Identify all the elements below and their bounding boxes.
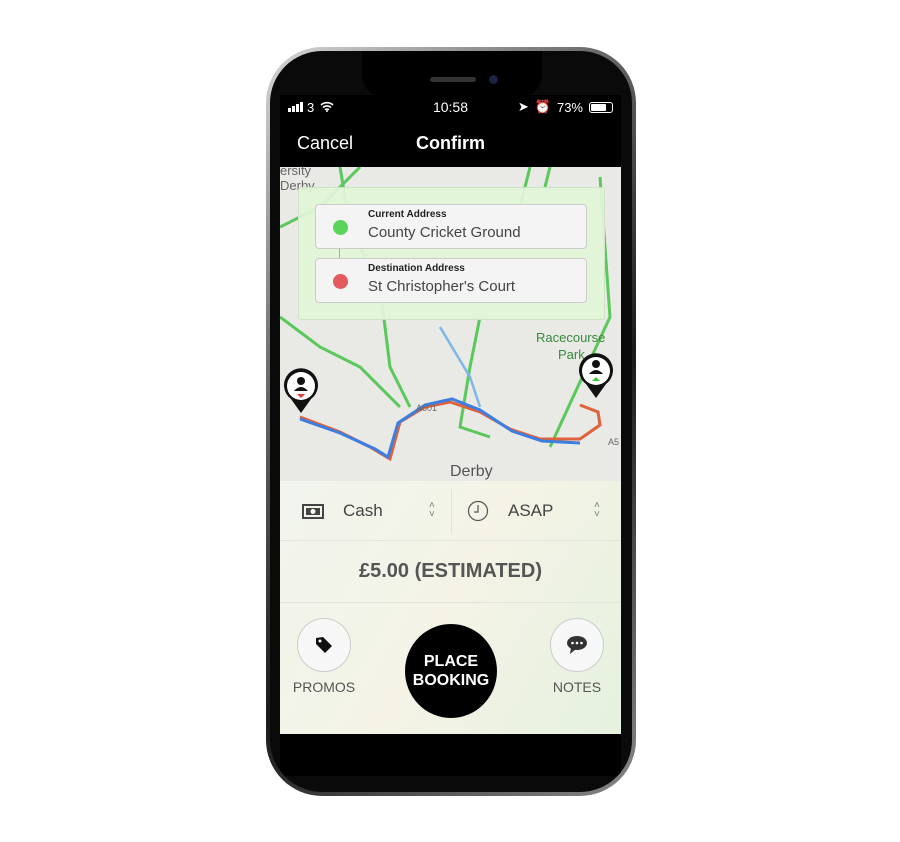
map-label: Derby: [450, 463, 493, 480]
notes-button[interactable]: [550, 618, 604, 672]
map-label: A5: [608, 437, 620, 447]
current-address-field[interactable]: Current Address County Cricket Ground: [315, 204, 587, 249]
tag-icon: [316, 637, 332, 653]
clock: 10:58: [432, 99, 469, 115]
estimated-price: £5.00 (ESTIMATED): [280, 541, 621, 603]
payment-selector[interactable]: Cash ˄ ˅: [302, 481, 442, 541]
pickup-pin[interactable]: [281, 367, 321, 415]
destination-dot-icon: [333, 274, 348, 289]
payment-value: Cash: [343, 501, 383, 520]
chat-bubble-icon: [567, 636, 587, 654]
booking-panel: Cash ˄ ˅ ASAP ˄ ˅ £5.00 (ESTIMATED) PROMOS…: [280, 481, 621, 734]
camera: [489, 75, 498, 84]
address-card: Current Address County Cricket Ground De…: [298, 187, 605, 320]
map-label: A601: [416, 403, 438, 413]
destination-address-value: St Christopher's Court: [368, 278, 516, 295]
cancel-button[interactable]: Cancel: [297, 133, 353, 154]
nav-bar: Cancel Confirm: [280, 119, 621, 167]
place-booking-label: PLACE: [423, 653, 479, 670]
status-bar: 3 10:58 ➤ ⏰ 73%: [280, 95, 621, 119]
promos-button[interactable]: [297, 618, 351, 672]
divider: [451, 489, 452, 533]
destination-address-field[interactable]: Destination Address St Christopher's Cou…: [315, 258, 587, 303]
destination-pin[interactable]: [576, 352, 616, 400]
clock-icon: [467, 500, 489, 522]
destination-address-label: Destination Address: [368, 263, 465, 274]
speaker: [430, 77, 476, 82]
time-value: ASAP: [508, 501, 554, 520]
map[interactable]: ersity Derby Racecourse Park Derby A601 …: [280, 167, 621, 481]
cash-icon: [302, 503, 324, 519]
map-label: Racecourse: [536, 330, 606, 345]
time-selector[interactable]: ASAP ˄ ˅: [467, 481, 607, 541]
place-booking-button[interactable]: PLACE BOOKING: [405, 624, 497, 718]
screen: 3 10:58 ➤ ⏰ 73% Cancel Confirm ersity De…: [280, 95, 621, 776]
chevron-updown-icon: ˄ ˅: [594, 500, 600, 520]
phone-frame: 3 10:58 ➤ ⏰ 73% Cancel Confirm ersity De…: [266, 47, 636, 796]
map-label: ersity: [280, 167, 312, 178]
notes-label: NOTES: [552, 679, 602, 695]
current-address-value: County Cricket Ground: [368, 224, 521, 241]
pickup-dot-icon: [333, 220, 348, 235]
notch: [362, 51, 542, 97]
chevron-updown-icon: ˄ ˅: [429, 500, 435, 520]
place-booking-label: BOOKING: [412, 672, 490, 689]
current-address-label: Current Address: [368, 209, 447, 220]
promos-label: PROMOS: [292, 679, 356, 695]
